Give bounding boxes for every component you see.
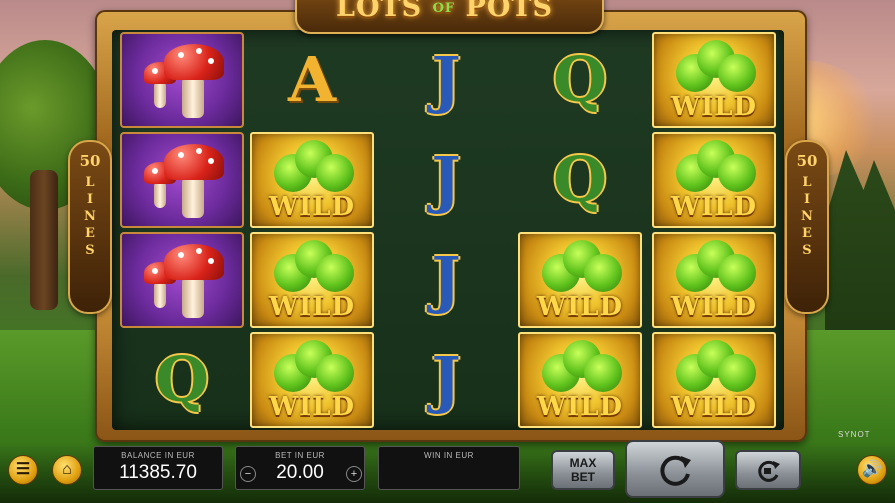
lines-word-right: LINES (801, 175, 813, 258)
speaker-icon: 🔊 (862, 461, 882, 478)
clover-icon (274, 340, 354, 398)
symbol-wild-clover: WILD (518, 332, 642, 428)
max-bet-button[interactable]: MAX BET (551, 450, 615, 490)
symbol-letter: J (431, 243, 461, 316)
home-icon: ⌂ (62, 461, 72, 478)
balance-panel: BALANCE IN EUR 11385.70 (93, 446, 223, 490)
lines-plate-right: 50 LINES (785, 140, 829, 314)
wild-label: WILD (268, 192, 356, 222)
clover-icon (676, 240, 756, 298)
autoplay-icon (758, 460, 780, 482)
symbol-wild-clover: WILD (652, 332, 776, 428)
menu-button[interactable]: ☰ (8, 455, 38, 485)
symbol-letter-j: J (384, 132, 508, 228)
wild-label: WILD (670, 192, 758, 222)
wild-label: WILD (536, 392, 624, 422)
clover-icon (274, 140, 354, 198)
lines-count-left: 50 (79, 152, 101, 170)
symbol-letter: J (431, 343, 461, 416)
autoplay-button[interactable] (735, 450, 801, 490)
clover-icon (274, 240, 354, 298)
wild-label: WILD (536, 292, 624, 322)
win-panel: WIN IN EUR (378, 446, 520, 490)
home-button[interactable]: ⌂ (52, 455, 82, 485)
logo-trademark: ™ (553, 0, 563, 2)
clover-icon (676, 40, 756, 98)
game-logo: LOTS OF POTS™ (295, 0, 604, 34)
symbol-wild-clover: WILD (250, 132, 374, 228)
symbol-wild-clover: WILD (518, 232, 642, 328)
balance-label: BALANCE IN EUR (121, 451, 195, 460)
symbol-letter: Q (552, 43, 607, 116)
bet-increase-button[interactable]: + (346, 466, 362, 482)
max-bet-line2: BET (571, 470, 595, 484)
lines-word-left: LINES (84, 175, 96, 258)
logo-word-lots: LOTS (336, 0, 423, 23)
spin-button[interactable] (625, 440, 725, 498)
clover-icon (542, 240, 622, 298)
clover-icon (542, 340, 622, 398)
symbol-letter: J (431, 43, 461, 116)
symbol-letter: J (431, 143, 461, 216)
wild-label: WILD (670, 292, 758, 322)
symbol-letter: A (287, 43, 337, 116)
wild-label: WILD (670, 392, 758, 422)
symbol-letter-q: Q (518, 32, 642, 128)
clover-icon (676, 140, 756, 198)
symbol-letter: Q (154, 343, 209, 416)
lines-plate-left: 50 LINES (68, 140, 112, 314)
symbol-wild-clover: WILD (652, 132, 776, 228)
wild-label: WILD (670, 92, 758, 122)
logo-word-of: OF (432, 1, 456, 16)
spin-arrow-icon (660, 455, 691, 486)
symbol-letter-q: Q (518, 132, 642, 228)
balance-value: 11385.70 (119, 462, 197, 483)
symbol-mushroom (120, 132, 244, 228)
clover-icon (676, 340, 756, 398)
hamburger-menu-icon: ☰ (15, 461, 31, 478)
symbol-mushroom (120, 32, 244, 128)
wild-label: WILD (268, 392, 356, 422)
mushroom-icon (144, 242, 228, 322)
symbol-letter-j: J (384, 232, 508, 328)
mushroom-icon (144, 42, 228, 122)
symbol-letter-a: A (250, 32, 374, 128)
symbol-wild-clover: WILD (250, 332, 374, 428)
symbol-letter-q: Q (120, 332, 244, 428)
bet-label: BET IN EUR (275, 451, 325, 460)
logo-word-pots: POTS (465, 0, 553, 23)
lines-count-right: 50 (796, 152, 818, 170)
symbol-wild-clover: WILD (250, 232, 374, 328)
symbol-wild-clover: WILD (652, 32, 776, 128)
provider-logo: SYNOT (838, 430, 871, 439)
win-label: WIN IN EUR (424, 451, 474, 460)
bet-panel: BET IN EUR 20.00 (235, 446, 365, 490)
symbol-letter-j: J (384, 332, 508, 428)
wild-label: WILD (268, 292, 356, 322)
symbol-letter: Q (552, 143, 607, 216)
mushroom-icon (144, 142, 228, 222)
bet-decrease-button[interactable]: − (240, 466, 256, 482)
reel-area: Q A WILD WILD WILD J J J J Q Q WILD WILD WILD WILD WILD… (112, 30, 784, 430)
symbol-letter-j: J (384, 32, 508, 128)
max-bet-line1: MAX (569, 456, 597, 470)
symbol-wild-clover: WILD (652, 232, 776, 328)
sound-button[interactable]: 🔊 (857, 455, 887, 485)
symbol-mushroom (120, 232, 244, 328)
